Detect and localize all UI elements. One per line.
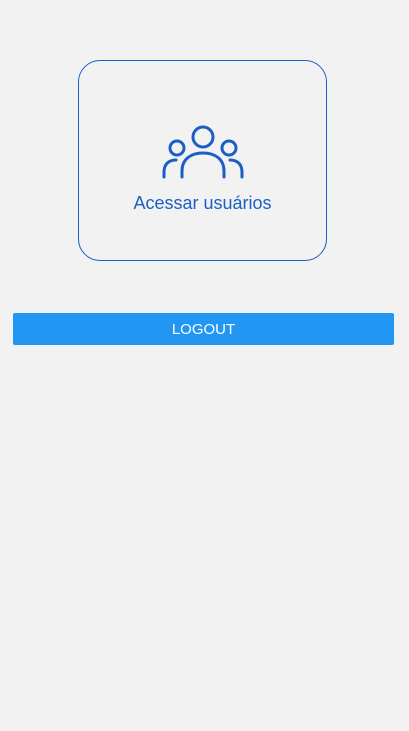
home-screen: Acessar usuários LOGOUT xyxy=(0,0,409,731)
access-users-card[interactable]: Acessar usuários xyxy=(78,60,327,261)
users-group-icon xyxy=(162,125,243,179)
logout-button[interactable]: LOGOUT xyxy=(13,313,394,345)
access-users-label: Acessar usuários xyxy=(133,193,272,213)
